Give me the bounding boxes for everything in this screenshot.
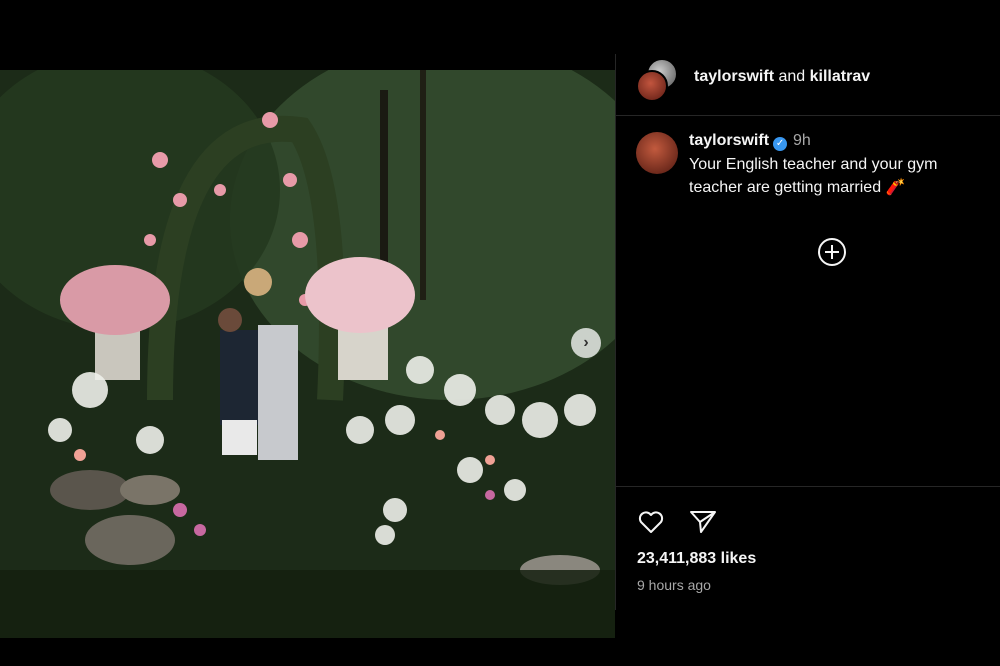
heart-icon — [638, 511, 664, 533]
caption-username[interactable]: taylorswift — [689, 132, 769, 149]
header-username-2[interactable]: killatrav — [810, 68, 870, 85]
post-photo: › — [0, 70, 615, 638]
header-conjunction: and — [778, 68, 806, 85]
collab-avatars[interactable] — [636, 58, 680, 102]
post-actions: 23,411,883 likes 9 hours ago — [616, 486, 1000, 611]
caption-text: Your English teacher and your gym teache… — [689, 156, 938, 196]
garden-photo — [0, 70, 615, 638]
add-comment-button[interactable] — [817, 237, 847, 267]
header-username-1[interactable]: taylorswift — [694, 68, 774, 85]
next-photo-button[interactable]: › — [571, 328, 601, 358]
caption-time[interactable]: 9h — [793, 132, 811, 149]
post-side-panel: taylorswift and killatrav taylorswift ✓ 9h… — [616, 54, 1000, 610]
share-button[interactable] — [688, 507, 718, 537]
add-comment-icon — [818, 238, 846, 266]
likes-count[interactable]: 23,411,883 likes — [637, 550, 756, 568]
caption-body: taylorswift ✓ 9h Your English teacher and … — [689, 132, 989, 199]
post-dialog: › taylorswift and killatrav taylorswift ✓… — [0, 54, 1000, 638]
chevron-right-icon: › — [583, 334, 589, 351]
like-button[interactable] — [636, 507, 666, 537]
send-icon — [690, 511, 716, 533]
verified-badge-icon: ✓ — [773, 137, 788, 151]
post-timestamp[interactable]: 9 hours ago — [637, 577, 711, 593]
post-header: taylorswift and killatrav — [616, 54, 1000, 116]
collab-names: taylorswift and killatrav — [694, 68, 870, 86]
avatar[interactable] — [636, 132, 678, 174]
avatar-taylorswift[interactable] — [636, 70, 668, 102]
